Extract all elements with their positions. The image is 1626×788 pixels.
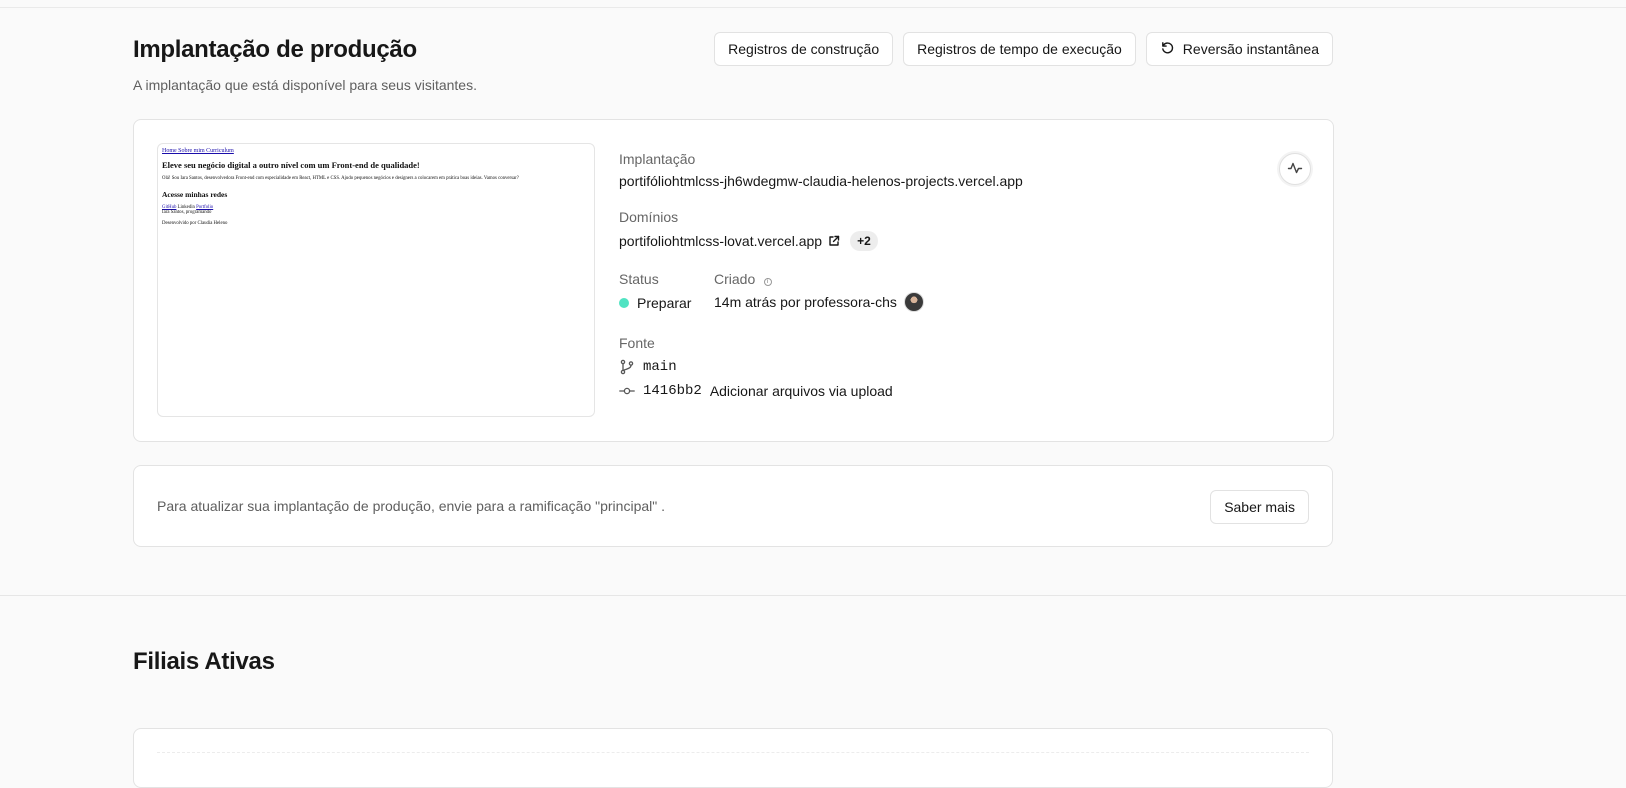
activity-icon xyxy=(1287,160,1303,179)
top-divider xyxy=(0,7,1626,8)
build-logs-button[interactable]: Registros de construção xyxy=(714,32,894,66)
created-value: 14m atrás por professora-chs xyxy=(714,294,897,310)
update-notice-card: Para atualizar sua implantação de produç… xyxy=(133,465,1333,547)
preview-nav: Home Sobre mim Curriculum xyxy=(162,148,234,154)
deployment-label: Implantação xyxy=(619,151,696,167)
active-branches-card xyxy=(133,728,1333,788)
runtime-logs-button[interactable]: Registros de tempo de execução xyxy=(903,32,1136,66)
page-title: Implantação de produção xyxy=(133,36,417,63)
source-branch-row: main xyxy=(619,359,677,375)
domains-label: Domínios xyxy=(619,209,679,225)
status-label: Status xyxy=(619,271,659,287)
commit-icon xyxy=(619,383,635,399)
status-value: Preparar xyxy=(637,295,692,311)
branch-icon xyxy=(619,359,635,375)
page-subtitle: A implantação que está disponível para s… xyxy=(133,77,477,93)
status-value-row: Preparar xyxy=(619,295,691,311)
created-label: Criado xyxy=(714,271,756,287)
preview-image-alt: Iara Santos, programando xyxy=(162,210,212,215)
instant-rollback-button[interactable]: Reversão instantânea xyxy=(1145,32,1333,66)
status-label-row: Status xyxy=(619,271,659,287)
branch-name[interactable]: main xyxy=(643,359,677,375)
info-icon[interactable]: i xyxy=(763,278,772,286)
update-notice-text: Para atualizar sua implantação de produç… xyxy=(157,498,665,514)
learn-more-label: Saber mais xyxy=(1224,499,1295,515)
header-actions: Registros de construção Registros de tem… xyxy=(714,32,1333,66)
deployment-url-row: portifóliohtmlcss-jh6wdegmw-claudia-hele… xyxy=(619,173,1023,189)
primary-domain-link[interactable]: portifoliohtmlcss-lovat.vercel.app xyxy=(619,233,822,249)
created-label-row: Criado i xyxy=(714,271,772,289)
status-dot xyxy=(619,298,629,308)
runtime-logs-label: Registros de tempo de execução xyxy=(917,41,1122,57)
learn-more-button[interactable]: Saber mais xyxy=(1210,490,1309,524)
instant-rollback-label: Reversão instantânea xyxy=(1182,41,1319,57)
source-label: Fonte xyxy=(619,335,655,351)
section-divider xyxy=(0,595,1626,596)
active-branches-title: Filiais Ativas xyxy=(133,648,275,675)
commit-message[interactable]: Adicionar arquivos via upload xyxy=(710,383,893,399)
preview-subheading: Acesse minhas redes xyxy=(162,190,228,199)
external-link-icon[interactable] xyxy=(828,235,840,247)
domains-row: portifoliohtmlcss-lovat.vercel.app +2 xyxy=(619,231,878,251)
extra-domains-badge[interactable]: +2 xyxy=(850,231,878,251)
commit-hash[interactable]: 1416bb2 xyxy=(643,383,702,399)
preview-footer: Desenvolvido por Claudia Heleno xyxy=(162,221,228,226)
activity-button[interactable] xyxy=(1279,153,1311,185)
deployment-url[interactable]: portifóliohtmlcss-jh6wdegmw-claudia-hele… xyxy=(619,173,1023,189)
preview-paragraph: Olá! Sou Iara Santos, desenvolvedora Fro… xyxy=(162,176,519,181)
production-header: Implantação de produção A implantação qu… xyxy=(133,30,1333,100)
preview-heading: Eleve seu negócio digital a outro nível … xyxy=(162,160,420,170)
source-commit-row: 1416bb2 Adicionar arquivos via upload xyxy=(619,383,893,399)
created-value-row: 14m atrás por professora-chs xyxy=(714,292,924,312)
rollback-icon xyxy=(1160,40,1175,58)
build-logs-label: Registros de construção xyxy=(728,41,880,57)
deployment-preview[interactable]: Home Sobre mim Curriculum Eleve seu negó… xyxy=(157,143,595,417)
source-label-row: Fonte xyxy=(619,335,655,351)
avatar[interactable] xyxy=(903,292,924,312)
domains-label-row: Domínios xyxy=(619,209,678,225)
deployment-card: Home Sobre mim Curriculum Eleve seu negó… xyxy=(133,119,1334,442)
deployment-label-row: Implantação xyxy=(619,151,695,167)
